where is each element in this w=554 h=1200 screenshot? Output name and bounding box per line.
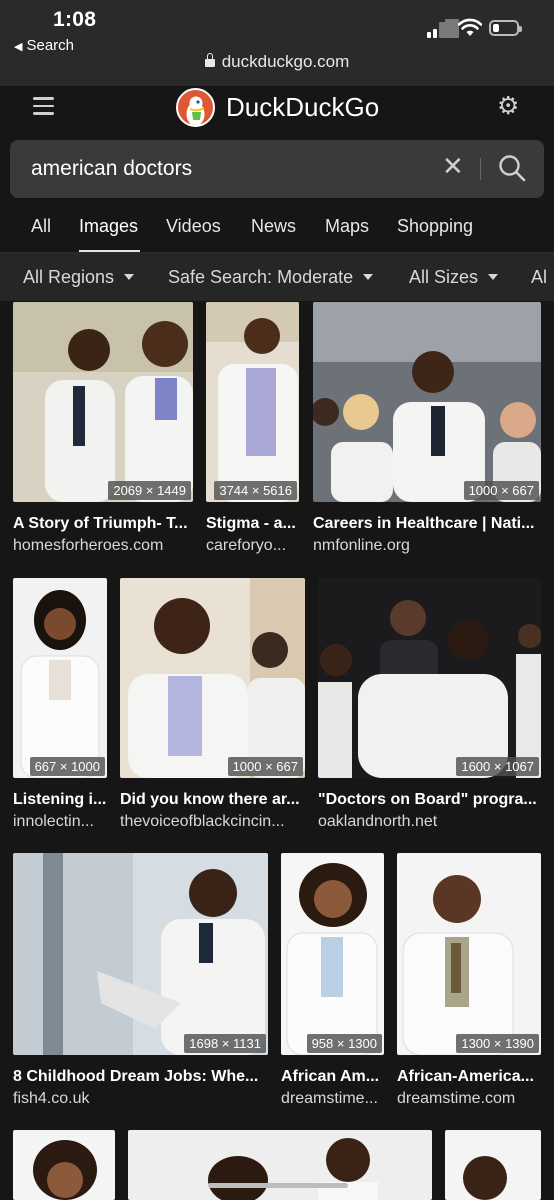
image-dimensions: 1698 × 1131 xyxy=(184,1034,266,1053)
result-title[interactable]: 8 Childhood Dream Jobs: Whe... xyxy=(13,1068,268,1086)
result-source[interactable]: dreamstime.com xyxy=(397,1090,541,1108)
chevron-down-icon xyxy=(488,274,499,280)
result-thumbnail[interactable]: 2069 × 1449 xyxy=(13,302,193,502)
result-thumbnail[interactable]: 1600 × 1067 xyxy=(318,578,541,778)
menu-icon[interactable] xyxy=(33,97,54,115)
result-source[interactable]: careforyo... xyxy=(206,537,299,555)
tab-all[interactable]: All xyxy=(31,216,51,237)
result-thumbnail[interactable]: 3744 × 5616 xyxy=(206,302,299,502)
result-source[interactable]: oaklandnorth.net xyxy=(318,813,541,831)
chevron-down-icon xyxy=(363,274,374,280)
search-icon[interactable] xyxy=(497,153,527,183)
tab-images[interactable]: Images xyxy=(79,216,138,237)
filter-sizes-label: All Sizes xyxy=(409,267,479,287)
image-dimensions: 1600 × 1067 xyxy=(456,757,539,776)
status-bar: 1:08 ◀ Search xyxy=(0,0,554,56)
brand-name[interactable]: DuckDuckGo xyxy=(226,92,379,123)
result-title[interactable]: "Doctors on Board" progra... xyxy=(318,791,541,809)
result-source[interactable]: fish4.co.uk xyxy=(13,1090,268,1108)
result-title[interactable]: Did you know there ar... xyxy=(120,791,305,809)
tab-news[interactable]: News xyxy=(251,216,296,237)
gear-icon[interactable]: ⚙ xyxy=(497,94,519,119)
result-title[interactable]: African Am... xyxy=(281,1068,384,1086)
image-dimensions: 958 × 1300 xyxy=(306,1034,382,1053)
result-title[interactable]: Stigma - a... xyxy=(206,515,299,533)
filter-more-label: Al xyxy=(531,267,548,287)
lock-icon xyxy=(204,53,215,67)
result-source[interactable]: nmfonline.org xyxy=(313,537,541,555)
tab-maps[interactable]: Maps xyxy=(325,216,369,237)
duckduckgo-logo-icon[interactable] xyxy=(176,88,215,127)
result-title[interactable]: Careers in Healthcare | Nati... xyxy=(313,515,541,533)
image-dimensions: 667 × 1000 xyxy=(29,757,105,776)
tab-videos[interactable]: Videos xyxy=(166,216,221,237)
filter-safe-search-label: Safe Search: Moderate xyxy=(168,267,354,287)
result-source[interactable]: dreamstime... xyxy=(281,1090,384,1108)
chevron-down-icon xyxy=(124,274,135,280)
search-type-tabs: All Images Videos News Maps Shopping xyxy=(0,200,554,253)
result-thumbnail[interactable]: 1000 × 667 xyxy=(120,578,305,778)
filter-regions-label: All Regions xyxy=(23,267,115,287)
result-source[interactable]: innolectin... xyxy=(13,813,107,831)
filter-more[interactable]: Al xyxy=(531,267,547,288)
status-time: 1:08 xyxy=(53,8,97,31)
browser-url-bar[interactable]: duckduckgo.com xyxy=(0,52,554,86)
tab-shopping[interactable]: Shopping xyxy=(397,216,473,237)
result-source[interactable]: homesforheroes.com xyxy=(13,537,191,555)
filter-safe-search[interactable]: Safe Search: Moderate xyxy=(168,267,374,288)
result-thumbnail[interactable] xyxy=(128,1130,432,1200)
url-text: duckduckgo.com xyxy=(221,52,350,71)
result-source[interactable]: thevoiceofblackcincin... xyxy=(120,813,305,831)
result-thumbnail[interactable]: 667 × 1000 xyxy=(13,578,107,778)
search-input[interactable] xyxy=(31,157,411,181)
battery-icon xyxy=(489,20,522,36)
filter-bar: All Regions Safe Search: Moderate All Si… xyxy=(0,253,554,301)
image-dimensions: 3744 × 5616 xyxy=(214,481,297,500)
result-title[interactable]: African-America... xyxy=(397,1068,541,1086)
search-bar: ✕ xyxy=(10,140,544,198)
result-thumbnail[interactable]: 1300 × 1390 xyxy=(397,853,541,1055)
result-title[interactable]: Listening i... xyxy=(13,791,107,809)
filter-regions[interactable]: All Regions xyxy=(23,267,135,288)
search-divider xyxy=(480,158,481,180)
result-thumbnail[interactable]: 1000 × 667 xyxy=(313,302,541,502)
clear-search-icon[interactable]: ✕ xyxy=(442,153,464,179)
result-thumbnail[interactable]: 1698 × 1131 xyxy=(13,853,268,1055)
image-dimensions: 2069 × 1449 xyxy=(108,481,191,500)
site-header: DuckDuckGo ⚙ xyxy=(0,86,554,130)
wifi-icon xyxy=(458,18,482,36)
result-thumbnail[interactable] xyxy=(445,1130,541,1200)
result-title[interactable]: A Story of Triumph- T... xyxy=(13,515,191,533)
image-dimensions: 1000 × 667 xyxy=(463,481,539,500)
cellular-signal-icon xyxy=(427,19,459,38)
result-thumbnail[interactable]: 958 × 1300 xyxy=(281,853,384,1055)
result-thumbnail[interactable] xyxy=(13,1130,115,1200)
filter-sizes[interactable]: All Sizes xyxy=(409,267,499,288)
image-dimensions: 1000 × 667 xyxy=(227,757,303,776)
home-indicator[interactable] xyxy=(208,1183,348,1188)
image-dimensions: 1300 × 1390 xyxy=(456,1034,539,1053)
